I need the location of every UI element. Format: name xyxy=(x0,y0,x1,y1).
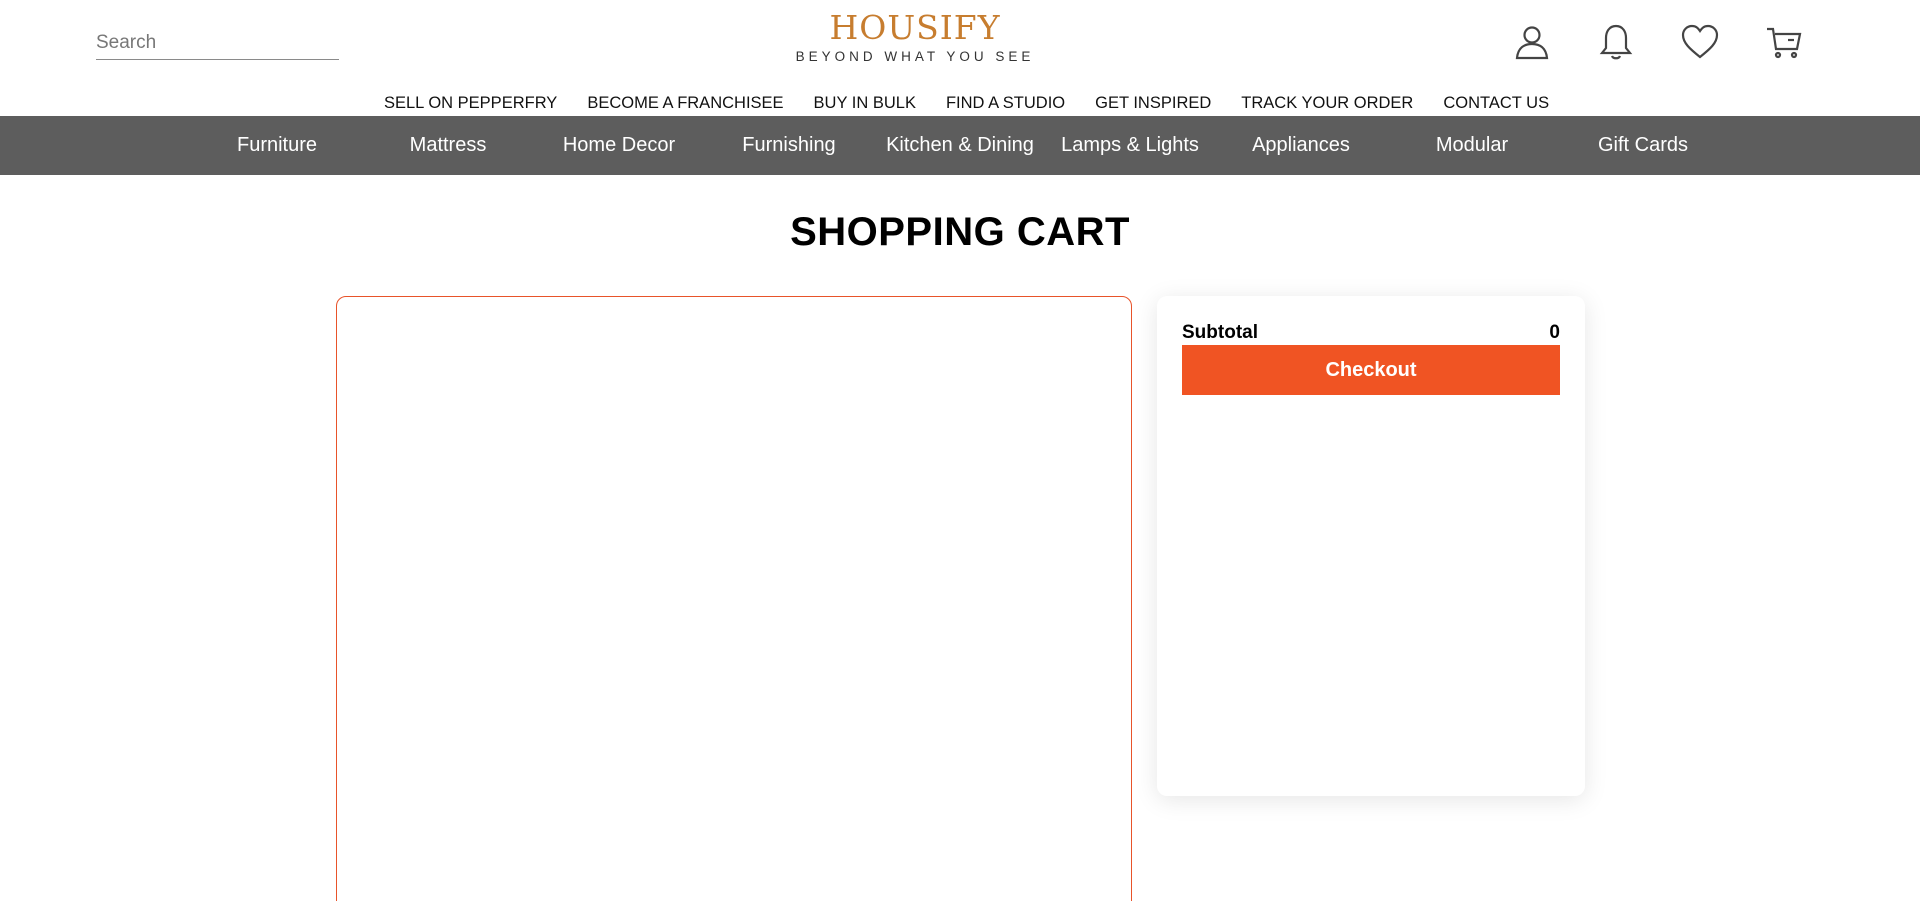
checkout-button[interactable]: Checkout xyxy=(1182,345,1560,395)
bell-icon[interactable] xyxy=(1594,20,1638,64)
heart-icon[interactable] xyxy=(1678,20,1722,64)
top-links: SELL ON PEPPERFRY BECOME A FRANCHISEE BU… xyxy=(384,93,1549,113)
toplink-studio[interactable]: FIND A STUDIO xyxy=(946,93,1065,113)
cart-icon[interactable] xyxy=(1762,20,1806,64)
toplink-franchisee[interactable]: BECOME A FRANCHISEE xyxy=(587,93,783,113)
category-furniture[interactable]: Furniture xyxy=(237,116,317,175)
toplink-inspired[interactable]: GET INSPIRED xyxy=(1095,93,1211,113)
category-kitchen-dining[interactable]: Kitchen & Dining xyxy=(886,116,1034,175)
user-icon[interactable] xyxy=(1510,20,1554,64)
subtotal-value: 0 xyxy=(1549,322,1560,343)
toplink-contact[interactable]: CONTACT US xyxy=(1443,93,1549,113)
category-gift-cards[interactable]: Gift Cards xyxy=(1598,116,1688,175)
category-mattress[interactable]: Mattress xyxy=(410,116,487,175)
brand-logo[interactable]: HOUSIFY BEYOND WHAT YOU SEE xyxy=(780,8,1050,66)
category-home-decor[interactable]: Home Decor xyxy=(563,116,675,175)
brand-name: HOUSIFY xyxy=(829,8,1001,47)
cart-items-panel xyxy=(336,296,1132,901)
category-lamps-lights[interactable]: Lamps & Lights xyxy=(1061,116,1199,175)
subtotal-row: Subtotal 0 xyxy=(1182,322,1560,344)
search-input[interactable] xyxy=(96,28,339,58)
search-box[interactable] xyxy=(96,28,339,60)
category-furnishing[interactable]: Furnishing xyxy=(742,116,835,175)
site-header: HOUSIFY BEYOND WHAT YOU SEE SELL ON PEPP… xyxy=(0,0,1920,116)
category-modular[interactable]: Modular xyxy=(1436,116,1508,175)
toplink-bulk[interactable]: BUY IN BULK xyxy=(814,93,916,113)
category-appliances[interactable]: Appliances xyxy=(1252,116,1350,175)
category-nav: Furniture Mattress Home Decor Furnishing… xyxy=(0,116,1920,175)
order-summary: Subtotal 0 Checkout xyxy=(1157,296,1585,796)
toplink-track-order[interactable]: TRACK YOUR ORDER xyxy=(1241,93,1413,113)
page-title: SHOPPING CART xyxy=(790,210,1130,254)
brand-tagline: BEYOND WHAT YOU SEE xyxy=(795,49,1035,64)
subtotal-label: Subtotal xyxy=(1182,322,1258,343)
toplink-sell[interactable]: SELL ON PEPPERFRY xyxy=(384,93,557,113)
header-icons xyxy=(1510,20,1806,64)
